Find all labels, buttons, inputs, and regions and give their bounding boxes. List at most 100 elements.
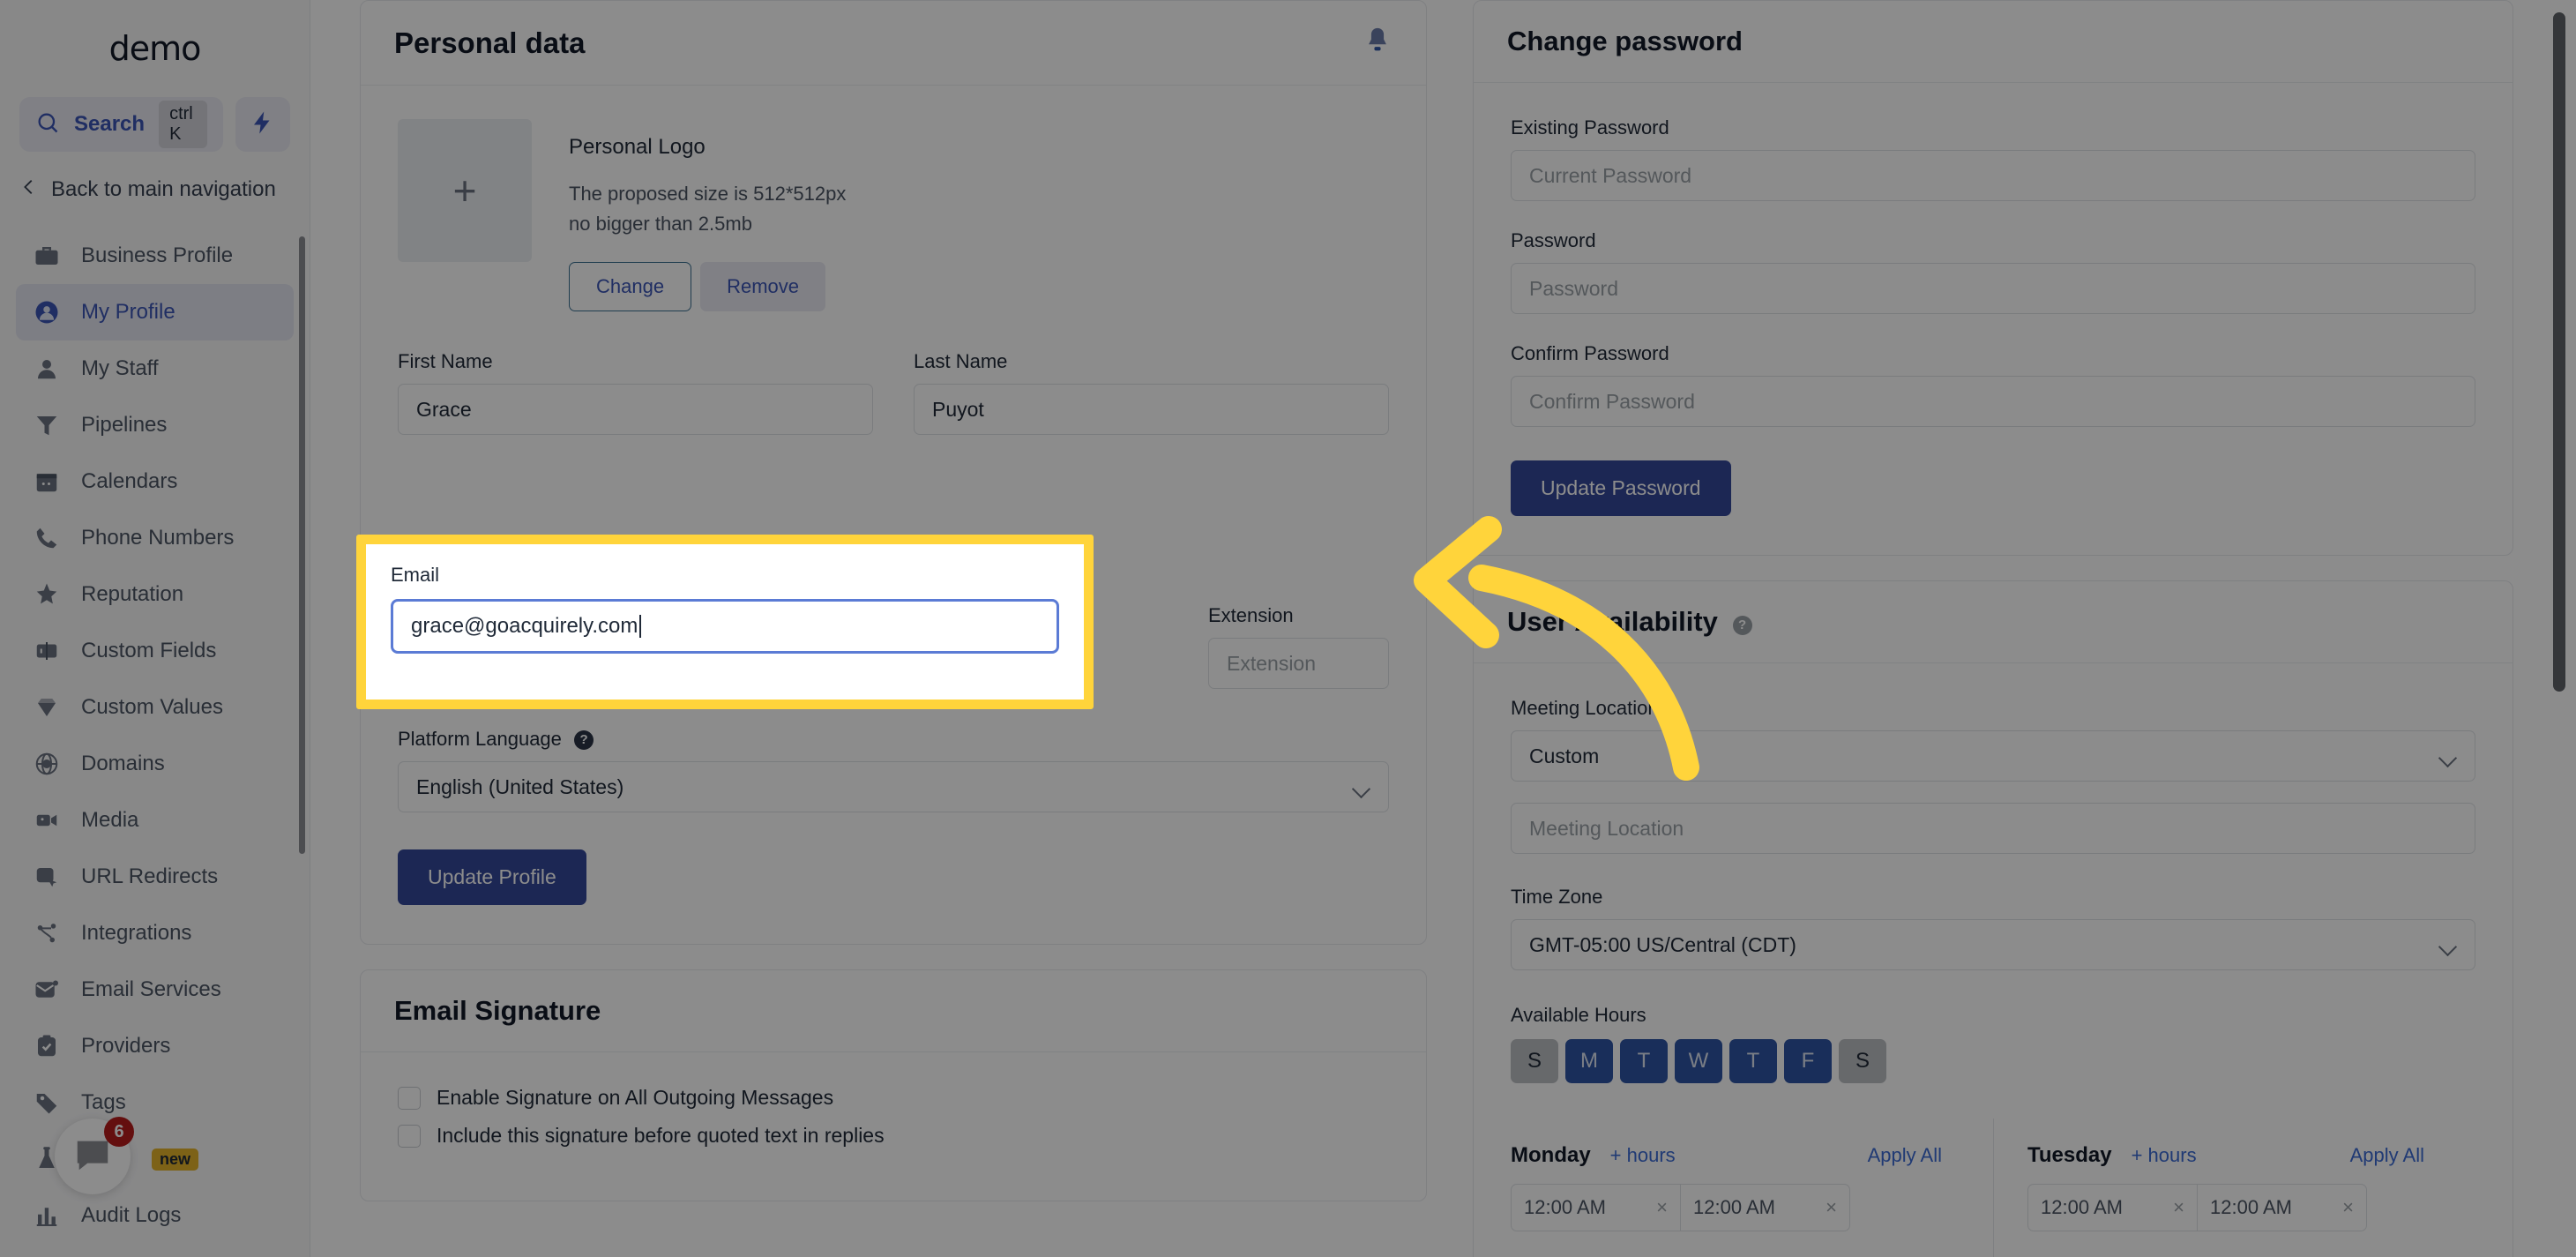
- highlighted-email-label: Email: [391, 564, 440, 586]
- sidebar-item-tags[interactable]: Tags: [16, 1074, 294, 1131]
- sidebar-item-label: Custom Fields: [81, 639, 217, 662]
- day-toggle-6[interactable]: S: [1839, 1039, 1886, 1083]
- sidebar-item-label: My Staff: [81, 356, 159, 380]
- sidebar-item-custom-values[interactable]: Custom Values: [16, 679, 294, 736]
- clear-end-time-icon[interactable]: ×: [2342, 1196, 2354, 1219]
- lightning-bolt-icon: [250, 109, 276, 140]
- add-hours-link[interactable]: + hours: [1610, 1144, 1676, 1167]
- available-hours-section: Available Hours SMTWTFS: [1511, 1004, 2475, 1083]
- sidebar-item-label: Business Profile: [81, 243, 234, 267]
- logo-upload-dropzone[interactable]: +: [398, 119, 532, 262]
- sidebar-item-my-staff[interactable]: My Staff: [16, 340, 294, 397]
- time-zone-select[interactable]: [1511, 919, 2475, 970]
- star-icon: [32, 580, 62, 610]
- sidebar-scrollbar[interactable]: [299, 236, 305, 854]
- platform-language-field: Platform Language ?: [398, 728, 1389, 813]
- platform-language-value[interactable]: [398, 761, 1389, 813]
- apply-all-link[interactable]: Apply All: [1868, 1144, 1942, 1167]
- sidebar-item-url-redirects[interactable]: URL Redirects: [16, 849, 294, 905]
- change-logo-button[interactable]: Change: [569, 262, 692, 312]
- new-password-input[interactable]: [1511, 263, 2475, 314]
- bell-icon[interactable]: [1363, 26, 1393, 60]
- sidebar-item-media[interactable]: Media: [16, 792, 294, 849]
- update-password-button[interactable]: Update Password: [1511, 460, 1731, 516]
- end-time-cell[interactable]: 12:00 AM ×: [1680, 1185, 1849, 1231]
- gem-icon: [32, 692, 62, 722]
- user-availability-card: User Availability ? Meeting Location Cus…: [1473, 580, 2513, 1257]
- meeting-location-value[interactable]: [1511, 730, 2475, 782]
- quick-actions-button[interactable]: [235, 97, 290, 152]
- page-scrollbar[interactable]: [2553, 12, 2565, 692]
- hours-day-name: Tuesday: [2027, 1143, 2112, 1167]
- clear-start-time-icon[interactable]: ×: [2173, 1196, 2184, 1219]
- day-toggle-4[interactable]: T: [1729, 1039, 1777, 1083]
- question-icon[interactable]: ?: [574, 730, 594, 750]
- personal-data-header: Personal data: [361, 1, 1426, 86]
- video-icon: [32, 805, 62, 835]
- sidebar-item-calendars[interactable]: Calendars: [16, 453, 294, 510]
- sidebar-item-label: Tags: [81, 1090, 126, 1114]
- sidebar-item-phone-numbers[interactable]: Phone Numbers: [16, 510, 294, 566]
- start-time-cell[interactable]: 12:00 AM ×: [1512, 1185, 1680, 1231]
- day-toggle-0[interactable]: S: [1511, 1039, 1558, 1083]
- hours-row: Tuesday + hours Apply All 12:00 AM × 12:00 AM…: [1993, 1119, 2475, 1257]
- day-toggle-1[interactable]: M: [1565, 1039, 1613, 1083]
- highlighted-email-value: grace@goacquirely.com: [411, 614, 638, 638]
- time-range-picker[interactable]: 12:00 AM × 12:00 AM ×: [2027, 1184, 2367, 1231]
- chat-widget-button[interactable]: 6: [55, 1117, 134, 1194]
- right-column: Change password Existing Password Passwo…: [1473, 0, 2513, 1257]
- sidebar-item-reputation[interactable]: Reputation: [16, 566, 294, 623]
- platform-language-select[interactable]: [398, 761, 1389, 813]
- user-availability-body: Meeting Location Time Zone: [1474, 663, 2513, 1257]
- page-title: Personal data: [394, 26, 586, 59]
- apply-all-link[interactable]: Apply All: [2350, 1144, 2424, 1167]
- available-hours-label: Available Hours: [1511, 1004, 1646, 1026]
- checkbox-icon[interactable]: [398, 1086, 421, 1110]
- sidebar-item-providers[interactable]: Providers: [16, 1018, 294, 1074]
- sidebar-item-label: Email Services: [81, 977, 221, 1001]
- sidebar-item-label: Pipelines: [81, 413, 168, 437]
- highlighted-email-input[interactable]: grace@goacquirely.com: [391, 599, 1059, 654]
- existing-password-field: Existing Password: [1511, 116, 2475, 201]
- text-caret: [639, 615, 642, 638]
- back-to-main-navigation[interactable]: Back to main navigation: [0, 152, 310, 228]
- plus-icon: +: [452, 168, 477, 213]
- clear-start-time-icon[interactable]: ×: [1656, 1196, 1668, 1219]
- sidebar-search-row: Search ctrl K: [0, 97, 310, 152]
- checkbox-icon[interactable]: [398, 1124, 421, 1148]
- day-toggle-3[interactable]: W: [1675, 1039, 1722, 1083]
- sidebar-item-business-profile[interactable]: Business Profile: [16, 228, 294, 284]
- sidebar-item-custom-fields[interactable]: Custom Fields: [16, 623, 294, 679]
- sidebar-item-my-profile[interactable]: My Profile: [16, 284, 294, 340]
- sidebar-item-domains[interactable]: Domains: [16, 736, 294, 792]
- confirm-password-input[interactable]: [1511, 376, 2475, 427]
- sidebar-item-label: Domains: [81, 752, 165, 775]
- sidebar-item-audit-logs[interactable]: Audit Logs: [16, 1187, 294, 1244]
- day-toggle-2[interactable]: T: [1620, 1039, 1668, 1083]
- remove-logo-button[interactable]: Remove: [700, 262, 825, 312]
- add-hours-link[interactable]: + hours: [2132, 1144, 2197, 1167]
- meeting-location-select[interactable]: [1511, 730, 2475, 782]
- clear-end-time-icon[interactable]: ×: [1826, 1196, 1837, 1219]
- signature-checkbox-row[interactable]: Enable Signature on All Outgoing Message…: [398, 1086, 1389, 1110]
- signature-checkbox-row[interactable]: Include this signature before quoted tex…: [398, 1124, 1389, 1148]
- existing-password-input[interactable]: [1511, 150, 2475, 201]
- sidebar-item-pipelines[interactable]: Pipelines: [16, 397, 294, 453]
- sidebar-item-email-services[interactable]: Email Services: [16, 961, 294, 1018]
- first-name-input[interactable]: [398, 384, 873, 436]
- extension-input[interactable]: [1208, 638, 1389, 690]
- question-icon[interactable]: ?: [1732, 615, 1752, 635]
- meeting-location-input[interactable]: [1511, 803, 2475, 854]
- last-name-input[interactable]: [914, 384, 1389, 436]
- time-range-picker[interactable]: 12:00 AM × 12:00 AM ×: [1511, 1184, 1850, 1231]
- start-time-value: 12:00 AM: [1524, 1196, 1606, 1218]
- end-time-cell[interactable]: 12:00 AM ×: [2197, 1185, 2366, 1231]
- email-field-highlight: Email grace@goacquirely.com: [356, 535, 1094, 709]
- day-toggle-5[interactable]: F: [1784, 1039, 1832, 1083]
- sidebar-item-integrations[interactable]: Integrations: [16, 905, 294, 961]
- start-time-cell[interactable]: 12:00 AM ×: [2028, 1185, 2197, 1231]
- update-profile-button[interactable]: Update Profile: [398, 849, 586, 906]
- search-input[interactable]: Search ctrl K: [19, 97, 223, 152]
- meeting-location-label: Meeting Location: [1511, 697, 1659, 719]
- time-zone-value[interactable]: [1511, 919, 2475, 970]
